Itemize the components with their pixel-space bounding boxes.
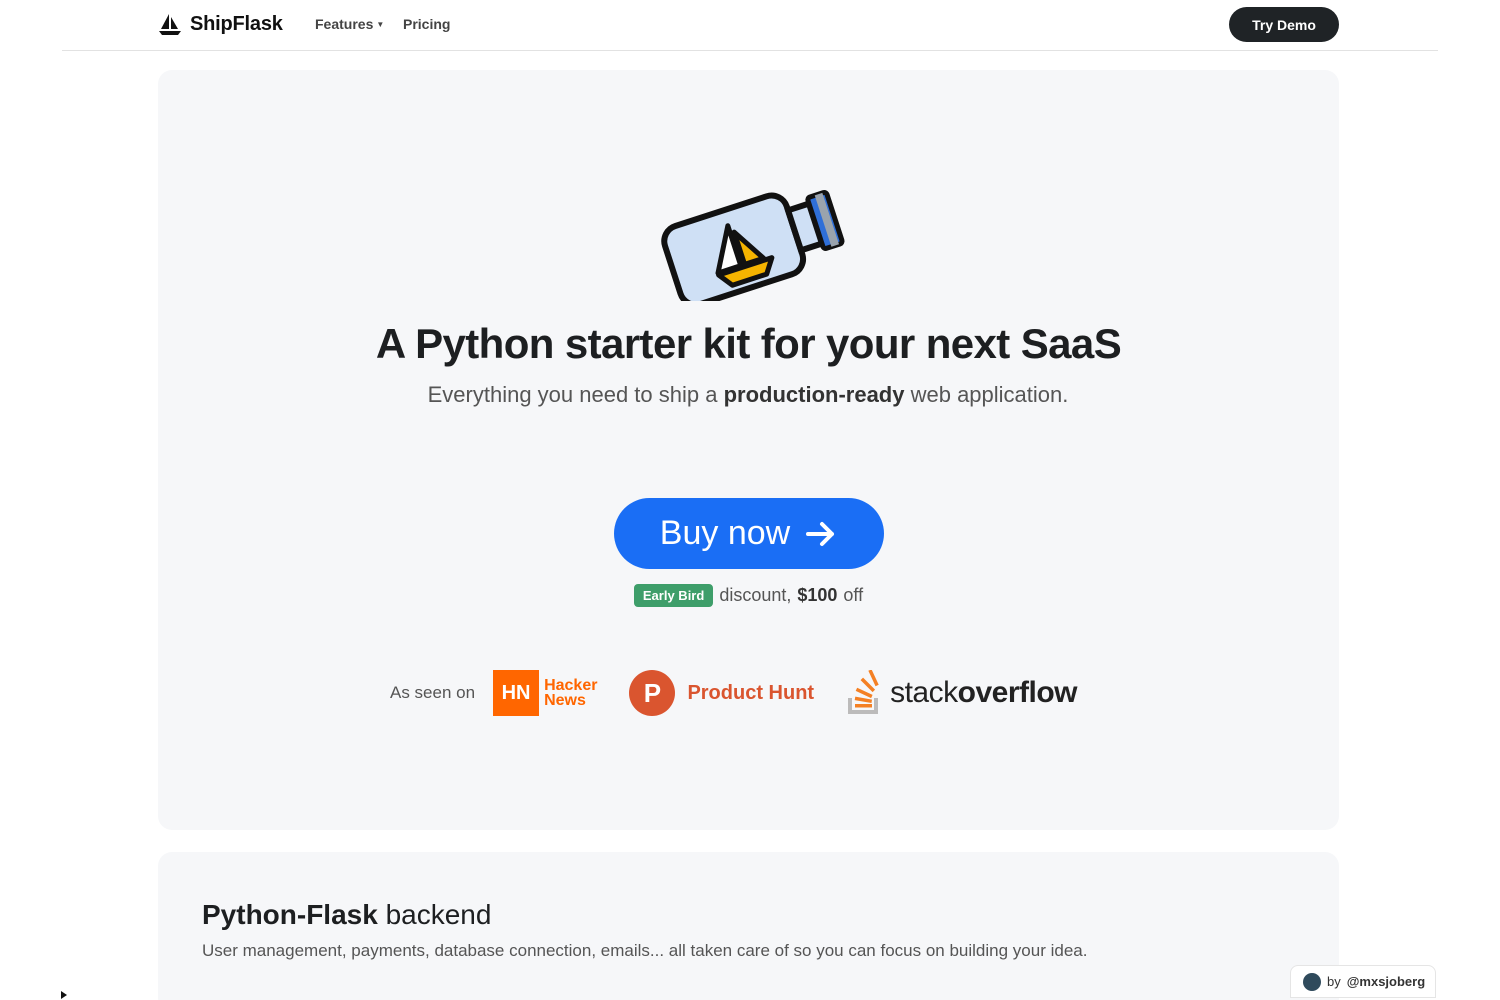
bottle-ship-illustration	[661, 189, 845, 301]
backend-title-rest: backend	[377, 899, 492, 930]
navbar: ShipFlask Features ▼ Pricing Try Demo	[62, 0, 1438, 51]
mouse-cursor-icon	[61, 991, 67, 999]
sailboat-logo-icon	[159, 14, 181, 35]
early-bird-badge: Early Bird	[633, 584, 714, 607]
hacker-news-wordmark: Hacker News	[544, 677, 598, 709]
nav-pricing-link[interactable]: Pricing	[403, 16, 450, 32]
stackoverflow-icon	[848, 670, 879, 714]
arrow-right-icon	[806, 521, 835, 546]
stackoverflow-wordmark: stackoverflow	[890, 676, 1077, 710]
hacker-news-line2: News	[544, 692, 586, 709]
stackoverflow-stack: stack	[890, 676, 958, 709]
promo-amount: $100	[797, 585, 838, 605]
backend-title-bold: Python-Flask	[202, 899, 378, 930]
promo-text: discount,	[719, 585, 792, 605]
hero-subtitle-post: web application.	[904, 382, 1069, 407]
credit-prefix: by	[1327, 974, 1341, 989]
credit-handle: @mxsjoberg	[1346, 974, 1426, 989]
backend-title: Python-Flask backend	[202, 899, 491, 931]
try-demo-button[interactable]: Try Demo	[1229, 7, 1339, 42]
promo-suffix: off	[843, 585, 864, 605]
brand-name: ShipFlask	[190, 12, 283, 35]
hacker-news-mark: HN	[493, 670, 540, 716]
hero-subtitle: Everything you need to ship a production…	[398, 376, 1098, 414]
product-hunt-name: Product Hunt	[687, 681, 815, 704]
stackoverflow-overflow: overflow	[957, 676, 1078, 709]
avatar	[1303, 972, 1321, 991]
buy-now-button[interactable]: Buy now	[614, 498, 884, 569]
hacker-news-logo[interactable]: HN Hacker News	[493, 670, 597, 716]
promo-line: Early Bird discount, $100 off	[158, 584, 1339, 607]
as-seen-on: As seen on HN Hacker News P Product Hunt	[390, 670, 1077, 716]
product-hunt-logo[interactable]: P Product Hunt	[629, 670, 814, 716]
stackoverflow-logo[interactable]: stackoverflow	[846, 670, 1077, 716]
nav-features-dropdown[interactable]: Features ▼	[315, 16, 384, 32]
hero-subtitle-pre: Everything you need to ship a	[427, 382, 724, 407]
hero-subtitle-bold: production-ready	[723, 382, 905, 407]
brand-link[interactable]: ShipFlask	[158, 12, 283, 36]
buy-now-label: Buy now	[659, 514, 791, 552]
hero-title: A Python starter kit for your next SaaS	[375, 320, 1122, 367]
hero-section: A Python starter kit for your next SaaS …	[158, 70, 1339, 830]
backend-description: User management, payments, database conn…	[202, 941, 1088, 960]
hacker-news-line1: Hacker	[544, 677, 598, 694]
chevron-down-icon: ▼	[376, 19, 385, 29]
as-seen-on-label: As seen on	[390, 683, 476, 702]
backend-section: Python-Flask backend User management, pa…	[158, 852, 1339, 1000]
page: ShipFlask Features ▼ Pricing Try Demo A …	[62, 0, 1438, 1000]
maker-credit-badge[interactable]: by @mxsjoberg	[1290, 965, 1436, 998]
nav-features-label: Features	[315, 16, 374, 32]
product-hunt-mark: P	[629, 670, 676, 716]
